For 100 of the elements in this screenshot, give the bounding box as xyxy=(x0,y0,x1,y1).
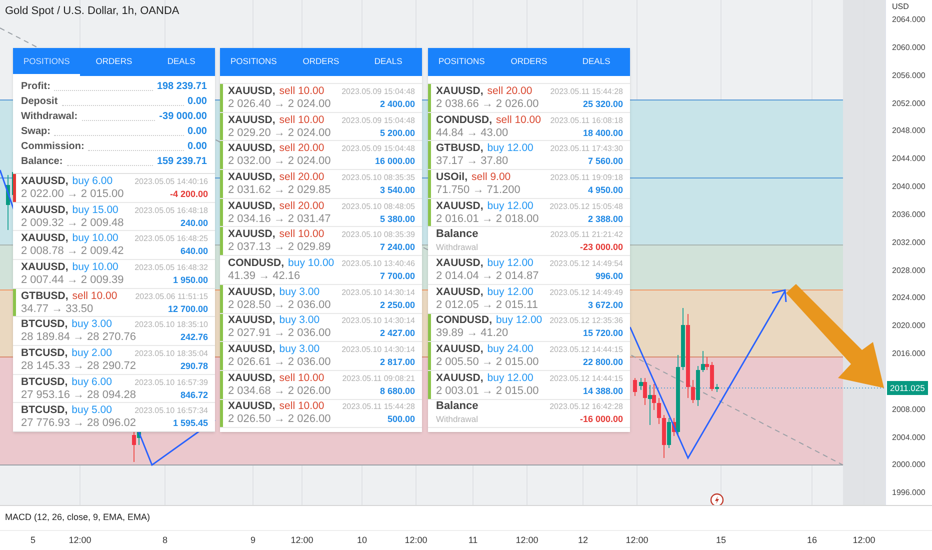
deal-time: 2023.05.10 14:30:14 xyxy=(342,315,415,328)
order-label: sell 20.00 xyxy=(279,200,324,213)
panel-tab[interactable]: POSITIONS xyxy=(220,48,288,76)
price-tick: 2020.000 xyxy=(892,320,926,332)
price-tick: 2040.000 xyxy=(892,181,926,194)
profit-amount: 3 672.00 xyxy=(588,298,623,312)
symbol-label: XAUUSD, xyxy=(228,286,276,299)
price-change: 2 026.50 → 2 026.00 xyxy=(228,413,331,426)
deal-time: 2023.05.10 14:30:14 xyxy=(342,286,415,299)
panel-tab[interactable]: DEALS xyxy=(148,48,215,76)
deal-time: 2023.05.10 18:35:10 xyxy=(134,319,208,332)
price-change: 2 003.01 → 2 015.00 xyxy=(436,384,539,398)
profit-amount: 7 560.00 xyxy=(588,155,623,168)
deal-time: 2023.05.11 19:09:18 xyxy=(550,172,623,184)
symbol-label: XAUUSD, xyxy=(228,343,276,356)
summary-value: 159 239.71 xyxy=(156,155,207,169)
time-tick: 12:00 xyxy=(852,534,876,547)
order-label: buy 10.00 xyxy=(72,260,118,274)
time-tick: 12:00 xyxy=(404,534,428,547)
profit-amount: 1 595.45 xyxy=(172,417,208,430)
balance-label: Balance xyxy=(436,400,478,414)
symbol-label: XAUUSD, xyxy=(228,142,276,156)
panel-tab[interactable]: POSITIONS xyxy=(13,48,80,76)
summary-label: Profit: xyxy=(21,80,50,94)
deal-time: 2023.05.11 15:44:28 xyxy=(342,401,415,414)
profit-amount: 8 680.00 xyxy=(380,384,415,398)
symbol-label: XAUUSD, xyxy=(228,314,276,328)
order-label: buy 3.00 xyxy=(279,343,320,356)
candle xyxy=(633,378,637,396)
profit-amount: 16 000.00 xyxy=(374,155,415,168)
deal-time: 2023.05.11 15:44:28 xyxy=(550,86,623,98)
time-tick: 9 xyxy=(250,534,256,547)
deal-time: 2023.05.11 09:08:21 xyxy=(342,372,415,385)
deal-time: 2023.05.10 13:40:46 xyxy=(342,258,415,270)
price-tick: 2024.000 xyxy=(892,292,926,304)
symbol-label: BTCUSD, xyxy=(21,346,68,360)
profit-amount: -16 000.00 xyxy=(580,413,623,426)
order-label: sell 10.00 xyxy=(279,400,324,414)
summary-label: Swap: xyxy=(21,125,50,139)
symbol-label: XAUUSD, xyxy=(436,372,484,385)
summary-value: 0.00 xyxy=(188,140,207,154)
price-change: 39.89 → 41.20 xyxy=(436,327,508,340)
order-label: buy 3.00 xyxy=(279,314,320,328)
panel-tab[interactable]: DEALS xyxy=(354,48,422,76)
time-tick: 5 xyxy=(30,534,36,547)
time-tick: 12:00 xyxy=(516,534,538,547)
profit-amount: 2 388.00 xyxy=(588,212,623,226)
price-change: 2 028.50 → 2 036.00 xyxy=(228,298,331,312)
time-tick: 15 xyxy=(716,534,726,547)
profit-amount: 2 427.00 xyxy=(380,327,415,340)
price-change: 2 009.32 → 2 009.48 xyxy=(21,216,124,230)
deal-time: 2023.05.12 12:35:36 xyxy=(550,315,623,328)
order-label: buy 3.00 xyxy=(279,286,320,299)
deal-time: 2023.05.05 16:48:18 xyxy=(134,204,208,216)
price-tick: 2000.000 xyxy=(892,459,926,472)
price-tick: 2032.000 xyxy=(892,236,926,249)
summary-value: -39 000.00 xyxy=(159,110,207,124)
panel-tab[interactable]: POSITIONS xyxy=(428,48,496,76)
price-tick: 2056.000 xyxy=(892,70,926,82)
panel-tab[interactable]: ORDERS xyxy=(287,48,355,76)
order-label: buy 12.00 xyxy=(487,256,534,270)
price-change: 2 007.44 → 2 009.39 xyxy=(21,274,124,287)
order-label: sell 20.00 xyxy=(279,170,324,184)
profit-amount: 2 400.00 xyxy=(380,98,415,111)
time-tick: 8 xyxy=(162,534,168,547)
deal-time: 2023.05.12 16:42:28 xyxy=(550,401,623,414)
deal-time: 2023.05.12 14:44:15 xyxy=(550,344,623,356)
panel-tab[interactable]: DEALS xyxy=(562,48,630,76)
symbol-label: XAUUSD, xyxy=(228,84,276,98)
order-label: sell 9.00 xyxy=(472,170,511,184)
symbol-label: XAUUSD, xyxy=(436,286,484,299)
deal-time: 2023.05.05 16:48:32 xyxy=(134,262,208,274)
profit-amount: 5 380.00 xyxy=(380,212,415,226)
price-change: 2 031.62 → 2 029.85 xyxy=(228,184,331,197)
symbol-label: XAUUSD, xyxy=(228,200,276,213)
symbol-label: XAUUSD, xyxy=(436,343,484,356)
deal-time: 2023.05.12 14:44:15 xyxy=(550,372,623,385)
profit-amount: 640.00 xyxy=(180,245,208,258)
note-label: Withdrawal xyxy=(436,241,478,254)
price-change: 27 953.16 → 28 094.28 xyxy=(21,388,136,402)
price-change: 2 022.00 → 2 015.00 xyxy=(21,188,124,201)
price-change: 2 012.05 → 2 015.11 xyxy=(436,298,538,312)
price-change: 41.39 → 42.16 xyxy=(228,270,300,283)
price-change: 28 145.33 → 28 290.72 xyxy=(21,360,136,373)
profit-amount: 7 240.00 xyxy=(380,241,415,254)
panel-tab[interactable]: ORDERS xyxy=(80,48,148,76)
order-label: sell 10.00 xyxy=(279,228,324,242)
profit-amount: 2 250.00 xyxy=(380,298,415,312)
profit-amount: -4 200.00 xyxy=(170,188,208,201)
order-label: buy 2.00 xyxy=(72,346,112,360)
symbol-label: CONDUSD, xyxy=(436,314,492,328)
order-label: buy 3.00 xyxy=(72,318,112,332)
price-change: 71.750 → 71.200 xyxy=(436,184,520,197)
symbol-label: XAUUSD, xyxy=(21,260,68,274)
price-change: 27 776.93 → 28 096.02 xyxy=(21,417,136,430)
order-label: buy 12.00 xyxy=(487,286,534,299)
profit-amount: 3 540.00 xyxy=(380,184,415,197)
deal-time: 2023.05.11 17:43:30 xyxy=(550,143,623,156)
panel-tab[interactable]: ORDERS xyxy=(495,48,563,76)
symbol-label: XAUUSD, xyxy=(436,200,484,213)
